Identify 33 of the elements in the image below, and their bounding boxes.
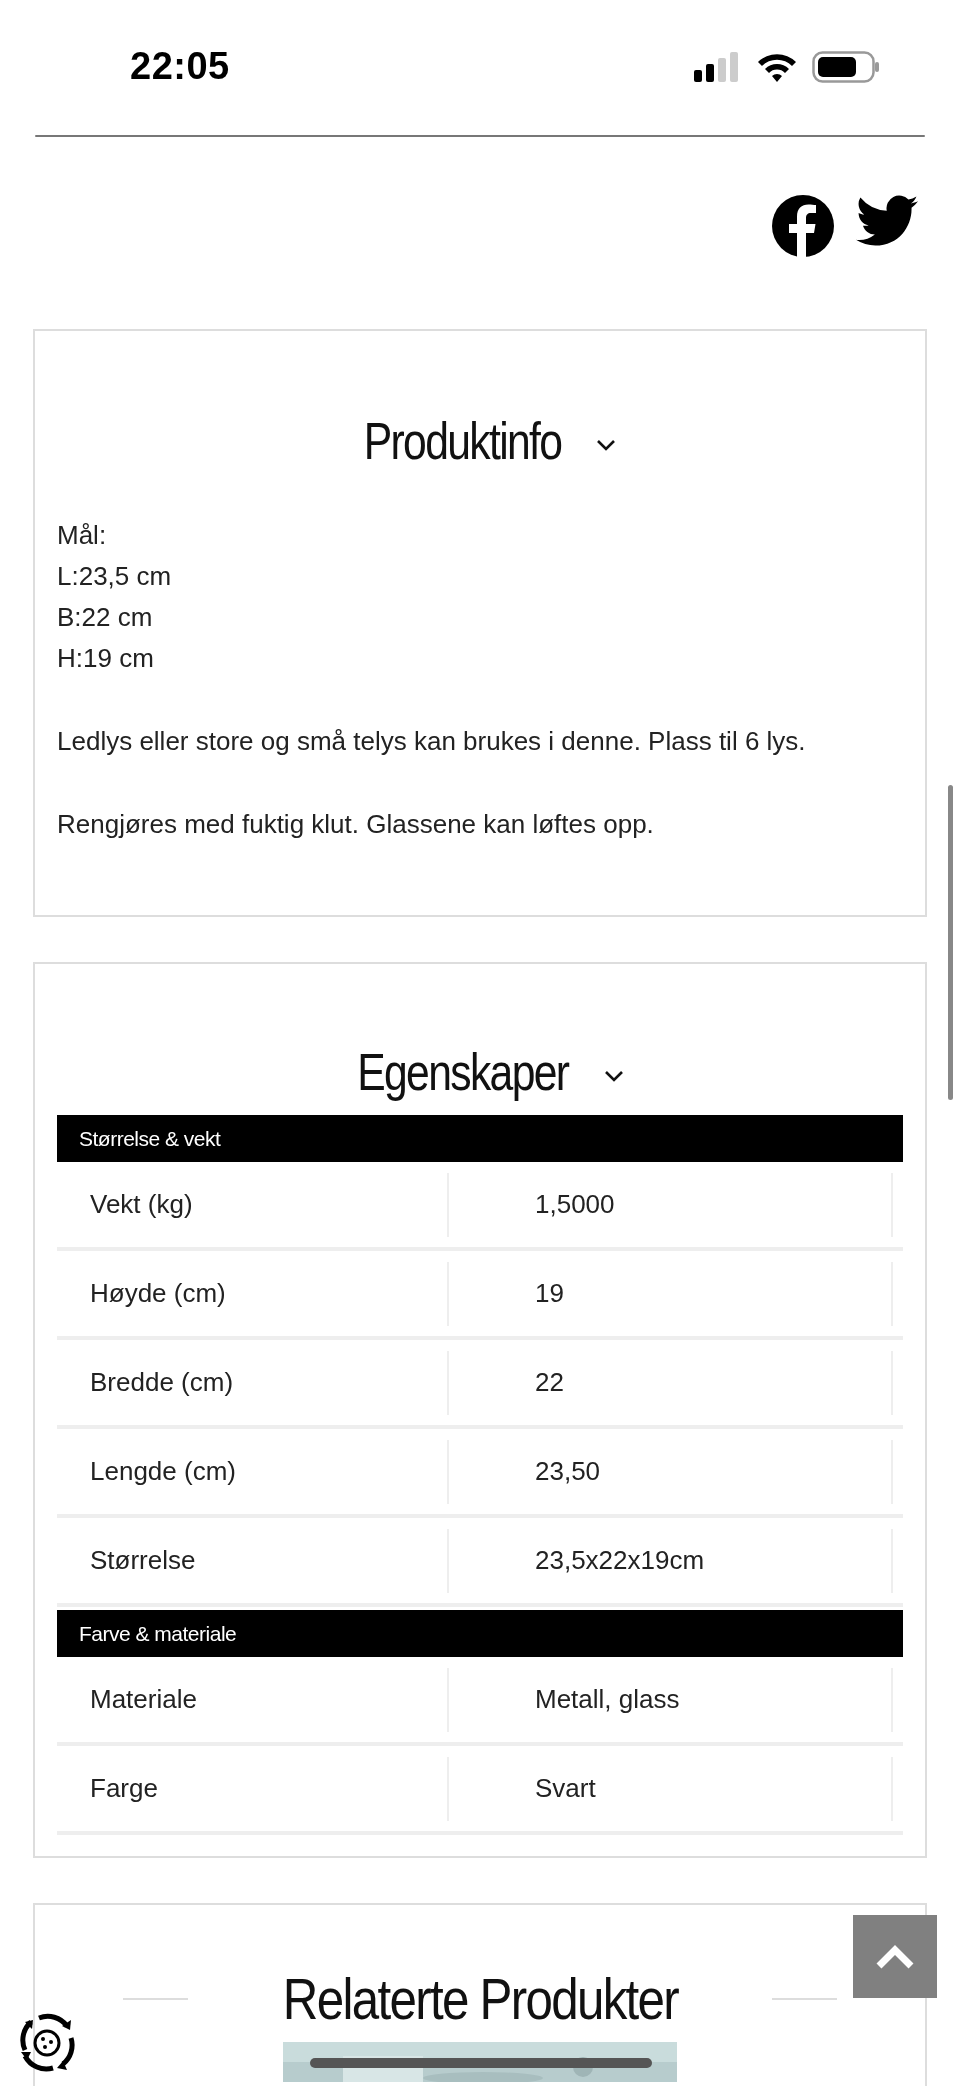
section-title: Relaterte Produkter [282,1965,678,2032]
property-value: 22 [449,1350,893,1415]
status-time: 22:05 [130,45,230,88]
scroll-top-button[interactable] [853,1915,937,1998]
property-label: Farge [57,1756,449,1821]
facebook-icon[interactable] [772,195,834,257]
section-title[interactable]: Egenskaper [357,1042,569,1102]
property-label: Lengde (cm) [57,1439,449,1504]
dimension-line: H:19 cm [57,642,155,675]
property-value: Svart [449,1756,893,1821]
property-label: Størrelse [57,1528,449,1593]
property-label: Høyde (cm) [57,1261,449,1326]
property-value: Metall, glass [449,1667,893,1732]
property-label: Bredde (cm) [57,1350,449,1415]
property-label: Materiale [57,1667,449,1732]
scrollbar[interactable] [948,785,953,1100]
group-heading: Farve & materiale [57,1610,903,1657]
twitter-icon[interactable] [856,195,918,247]
property-label: Vekt (kg) [57,1172,449,1237]
chevron-up-icon [875,1943,915,1970]
property-value: 19 [449,1261,893,1326]
dimension-line: B:22 cm [57,601,154,634]
dimension-line: L:23,5 cm [57,560,173,593]
wifi-icon [756,51,798,82]
description-paragraph: Rengjøres med fuktig klut. Glassene kan løftes opp. [57,808,655,841]
battery-icon [812,50,880,83]
property-value: 1,5000 [449,1172,893,1237]
property-value: 23,50 [449,1439,893,1504]
group-heading: Størrelse & vekt [57,1115,903,1162]
property-value: 23,5x22x19cm [449,1528,893,1593]
section-title[interactable]: Produktinfo [364,411,562,471]
description-paragraph: Ledlys eller store og små telys kan brukes i denne. Plass til 6 lys. [57,725,807,758]
dimension-line: Mål: [57,519,108,552]
